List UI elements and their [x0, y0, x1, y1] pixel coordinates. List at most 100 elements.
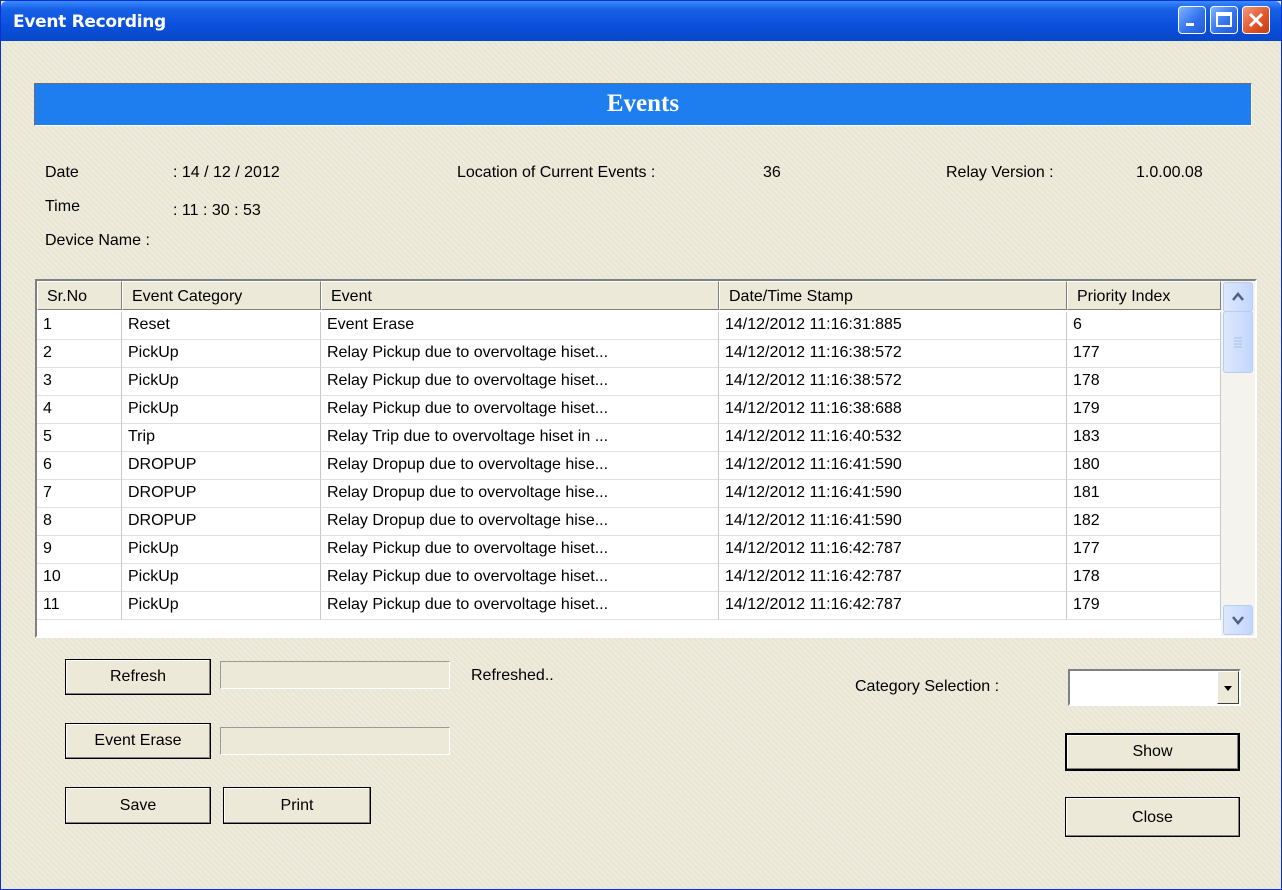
show-button[interactable]: Show	[1065, 733, 1240, 771]
title-bar[interactable]: Event Recording	[1, 1, 1281, 41]
cell-event: Relay Trip due to overvoltage hiset in .…	[321, 424, 719, 452]
cell-event: Relay Dropup due to overvoltage hise...	[321, 508, 719, 536]
cell-event: Relay Pickup due to overvoltage hiset...	[321, 368, 719, 396]
table-row[interactable]: 5 Trip Relay Trip due to overvoltage hiset…	[37, 424, 1221, 452]
table-row[interactable]: 10 PickUp Relay Pickup due to overvoltage …	[37, 564, 1221, 592]
table-row[interactable]: 11 PickUp Relay Pickup due to overvoltage …	[37, 592, 1221, 620]
table-row[interactable]: 9 PickUp Relay Pickup due to overvoltage h…	[37, 536, 1221, 564]
cell-category: PickUp	[122, 536, 321, 564]
cell-timestamp: 14/12/2012 11:16:41:590	[719, 480, 1067, 508]
cell-timestamp: 14/12/2012 11:16:38:572	[719, 368, 1067, 396]
close-window-button[interactable]	[1242, 6, 1270, 34]
save-button[interactable]: Save	[65, 787, 211, 824]
relay-version-label: Relay Version :	[946, 164, 1054, 181]
col-header-srno[interactable]: Sr.No	[37, 281, 122, 310]
category-selection-label: Category Selection :	[855, 678, 1000, 695]
relay-version-value: 1.0.00.08	[1136, 164, 1203, 181]
cell-event: Relay Pickup due to overvoltage hiset...	[321, 592, 719, 620]
cell-priority: 181	[1067, 480, 1221, 508]
grip-icon	[1234, 337, 1242, 348]
cell-srno: 8	[37, 508, 122, 536]
scroll-up-button[interactable]	[1223, 282, 1253, 312]
refresh-button[interactable]: Refresh	[65, 659, 211, 695]
cell-srno: 3	[37, 368, 122, 396]
cell-timestamp: 14/12/2012 11:16:41:590	[719, 452, 1067, 480]
table-header: Sr.No Event Category Event Date/Time Sta…	[37, 281, 1221, 312]
date-value: : 14 / 12 / 2012	[173, 164, 280, 181]
cell-timestamp: 14/12/2012 11:16:38:688	[719, 396, 1067, 424]
col-header-priority[interactable]: Priority Index	[1067, 281, 1221, 310]
cell-category: PickUp	[122, 368, 321, 396]
category-select[interactable]	[1068, 669, 1241, 706]
scroll-thumb[interactable]	[1223, 311, 1253, 373]
event-erase-button[interactable]: Event Erase	[65, 723, 211, 759]
banner-title: Events	[606, 90, 680, 117]
cell-srno: 2	[37, 340, 122, 368]
table-row[interactable]: 1 Reset Event Erase 14/12/2012 11:16:31:885…	[37, 312, 1221, 340]
cell-timestamp: 14/12/2012 11:16:38:572	[719, 340, 1067, 368]
event-recording-window: Event Recording Events Date : 14 / 12 / …	[0, 0, 1282, 890]
cell-srno: 4	[37, 396, 122, 424]
minimize-button[interactable]	[1178, 6, 1206, 34]
print-button[interactable]: Print	[223, 787, 371, 824]
date-label: Date	[45, 164, 79, 181]
location-label: Location of Current Events :	[457, 164, 656, 181]
cell-event: Event Erase	[321, 312, 719, 340]
col-header-event[interactable]: Event	[321, 281, 719, 310]
table-row[interactable]: 3 PickUp Relay Pickup due to overvoltage h…	[37, 368, 1221, 396]
maximize-icon	[1216, 12, 1232, 27]
events-table: Sr.No Event Category Event Date/Time Sta…	[35, 279, 1257, 638]
cell-srno: 9	[37, 536, 122, 564]
cell-timestamp: 14/12/2012 11:16:42:787	[719, 564, 1067, 592]
time-value: : 11 : 30 : 53	[173, 202, 261, 219]
table-row[interactable]: 6 DROPUP Relay Dropup due to overvoltage h…	[37, 452, 1221, 480]
location-value: 36	[763, 164, 781, 181]
window-title: Event Recording	[13, 12, 166, 32]
cell-priority: 178	[1067, 368, 1221, 396]
cell-category: PickUp	[122, 564, 321, 592]
cell-category: DROPUP	[122, 452, 321, 480]
cell-priority: 177	[1067, 536, 1221, 564]
scroll-down-icon	[1232, 616, 1244, 625]
table-row[interactable]: 2 PickUp Relay Pickup due to overvoltage h…	[37, 340, 1221, 368]
cell-priority: 182	[1067, 508, 1221, 536]
cell-priority: 178	[1067, 564, 1221, 592]
cell-event: Relay Pickup due to overvoltage hiset...	[321, 564, 719, 592]
table-row[interactable]: 8 DROPUP Relay Dropup due to overvoltage h…	[37, 508, 1221, 536]
dropdown-arrow-icon	[1224, 686, 1232, 691]
cell-category: PickUp	[122, 340, 321, 368]
dropdown-button[interactable]	[1217, 671, 1239, 704]
close-button[interactable]: Close	[1065, 797, 1240, 837]
cell-event: Relay Pickup due to overvoltage hiset...	[321, 396, 719, 424]
scroll-down-button[interactable]	[1223, 605, 1253, 635]
close-icon	[1248, 12, 1264, 28]
cell-srno: 6	[37, 452, 122, 480]
cell-category: PickUp	[122, 396, 321, 424]
cell-category: DROPUP	[122, 508, 321, 536]
cell-srno: 10	[37, 564, 122, 592]
minimize-icon	[1186, 23, 1194, 26]
cell-timestamp: 14/12/2012 11:16:31:885	[719, 312, 1067, 340]
table-row[interactable]: 7 DROPUP Relay Dropup due to overvoltage h…	[37, 480, 1221, 508]
cell-timestamp: 14/12/2012 11:16:42:787	[719, 592, 1067, 620]
device-name-label: Device Name :	[45, 232, 150, 249]
cell-category: Reset	[122, 312, 321, 340]
cell-srno: 1	[37, 312, 122, 340]
cell-priority: 183	[1067, 424, 1221, 452]
cell-category: DROPUP	[122, 480, 321, 508]
cell-priority: 6	[1067, 312, 1221, 340]
cell-event: Relay Pickup due to overvoltage hiset...	[321, 536, 719, 564]
vertical-scrollbar[interactable]	[1221, 281, 1255, 636]
refresh-status-text: Refreshed..	[471, 667, 554, 684]
cell-priority: 177	[1067, 340, 1221, 368]
col-header-category[interactable]: Event Category	[122, 281, 321, 310]
cell-category: Trip	[122, 424, 321, 452]
cell-event: Relay Pickup due to overvoltage hiset...	[321, 340, 719, 368]
table-row[interactable]: 4 PickUp Relay Pickup due to overvoltage h…	[37, 396, 1221, 424]
maximize-button[interactable]	[1210, 6, 1238, 34]
col-header-timestamp[interactable]: Date/Time Stamp	[719, 281, 1067, 310]
cell-srno: 11	[37, 592, 122, 620]
refresh-progress-bar	[220, 661, 450, 689]
cell-category: PickUp	[122, 592, 321, 620]
cell-srno: 5	[37, 424, 122, 452]
